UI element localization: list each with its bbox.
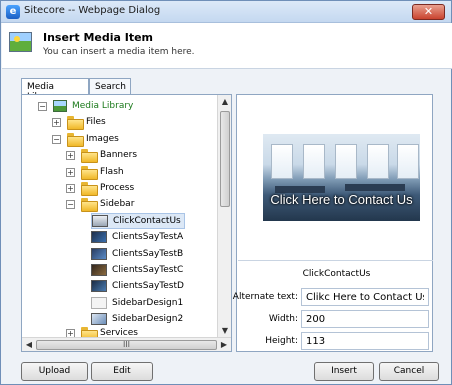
preview-panel: Click Here to Contact Us ClickContactUs … [233, 94, 434, 352]
image-thumbnail-icon [91, 264, 107, 276]
tree-item-label: Flash [100, 167, 124, 177]
edit-button[interactable]: Edit [91, 362, 153, 381]
media-library-icon [53, 100, 67, 112]
tree-vertical-scrollbar[interactable]: ▲ ▼ [217, 95, 231, 338]
folder-icon [81, 149, 98, 163]
alt-text-row: Alternate text: [233, 288, 434, 306]
tab-search[interactable]: Search [89, 78, 131, 95]
scroll-right-icon[interactable]: ▶ [217, 338, 231, 352]
tree-item-images[interactable]: − Images [52, 131, 119, 147]
tree-item-clientssaytestb[interactable]: ClientsSayTestB [91, 246, 183, 262]
preview-image: Click Here to Contact Us [263, 134, 420, 221]
title-bar: e Sitecore -- Webpage Dialog ✕ [1, 1, 451, 23]
dialog-header: Insert Media Item You can insert a media… [2, 23, 452, 69]
tree-item-label: SidebarDesign2 [112, 314, 184, 324]
insert-media-icon [9, 32, 32, 52]
folder-icon [81, 198, 98, 212]
image-thumbnail-icon [91, 297, 107, 309]
image-thumbnail-icon [91, 248, 107, 260]
cancel-button[interactable]: Cancel [379, 362, 439, 381]
image-thumbnail-icon [91, 231, 107, 243]
expand-icon[interactable]: + [66, 167, 75, 177]
tree-item-label: Banners [100, 150, 138, 160]
close-button[interactable]: ✕ [412, 4, 445, 20]
image-thumbnail-icon [91, 280, 107, 292]
height-input[interactable] [301, 332, 429, 350]
tree-item-label: ClientsSayTestB [112, 249, 184, 259]
alt-text-input[interactable] [301, 288, 429, 306]
tree-item-clientssaytestd[interactable]: ClientsSayTestD [91, 278, 184, 294]
alt-text-label: Alternate text: [232, 292, 298, 302]
insert-button[interactable]: Insert [314, 362, 374, 381]
width-label: Width: [268, 314, 298, 324]
window-title: Sitecore -- Webpage Dialog [24, 5, 161, 16]
image-thumbnail-icon [92, 215, 108, 227]
height-label: Height: [265, 336, 298, 346]
height-row: Height: [237, 332, 434, 350]
tree-item-label: ClientsSayTestA [112, 232, 184, 242]
collapse-icon[interactable]: − [52, 134, 61, 144]
tree-item-flash[interactable]: + Flash [66, 164, 124, 180]
width-row: Width: [237, 310, 434, 328]
folder-icon [81, 166, 98, 180]
dialog-window: e Sitecore -- Webpage Dialog ✕ Insert Me… [0, 0, 452, 385]
folder-icon [81, 182, 98, 196]
image-thumbnail-icon [91, 313, 107, 325]
folder-icon [67, 133, 84, 147]
tree-item-label: Process [100, 183, 135, 193]
tree-item-label: SidebarDesign1 [112, 298, 184, 308]
dialog-subtitle: You can insert a media item here. [43, 47, 195, 57]
scroll-left-icon[interactable]: ◀ [22, 338, 36, 352]
media-tree-panel: − Media Library + Files − Images + Banne… [21, 94, 232, 352]
tree-item-label: ClientsSayTestC [112, 265, 184, 275]
tree-horizontal-scrollbar[interactable]: ◀ III ▶ [22, 337, 231, 351]
expand-icon[interactable]: + [52, 117, 61, 127]
tree-item-files[interactable]: + Files [52, 114, 106, 130]
collapse-icon[interactable]: − [66, 199, 75, 209]
horizontal-scroll-thumb[interactable]: III [36, 340, 217, 350]
upload-button[interactable]: Upload [21, 362, 88, 381]
tree-item-sidebar[interactable]: − Sidebar [66, 196, 134, 212]
vertical-scroll-thumb[interactable] [220, 111, 230, 207]
width-input[interactable] [301, 310, 429, 328]
tree-item-label: Files [86, 117, 106, 127]
tree-item-label: Images [86, 134, 119, 144]
tree-item-label: ClientsSayTestD [112, 281, 184, 291]
browser-icon: e [6, 5, 20, 19]
tree-item-label: Sidebar [100, 199, 135, 209]
tree-item-media-library[interactable]: − Media Library [38, 98, 133, 114]
tree-item-sidebardesign1[interactable]: SidebarDesign1 [91, 295, 183, 311]
tree-item-banners[interactable]: + Banners [66, 147, 137, 163]
dialog-title: Insert Media Item [43, 31, 154, 44]
tree-item-label: ClickContactUs [113, 216, 181, 226]
scroll-up-icon[interactable]: ▲ [218, 95, 232, 109]
image-preview-area: Click Here to Contact Us ClickContactUs [238, 96, 433, 279]
scroll-down-icon[interactable]: ▼ [218, 324, 232, 338]
tree-item-clientssaytesta[interactable]: ClientsSayTestA [91, 229, 183, 245]
tree-item-clientssaytestc[interactable]: ClientsSayTestC [91, 262, 183, 278]
expand-icon[interactable]: + [66, 150, 75, 160]
preview-item-name: ClickContactUs [302, 269, 371, 279]
tree-item-clickcontactus[interactable]: ClickContactUs [91, 213, 185, 229]
tree-item-process[interactable]: + Process [66, 180, 134, 196]
folder-icon [67, 116, 84, 130]
preview-image-caption: Click Here to Contact Us [270, 192, 413, 207]
expand-icon[interactable]: + [66, 183, 75, 193]
tree-item-label: Media Library [72, 101, 134, 111]
collapse-icon[interactable]: − [38, 101, 47, 111]
